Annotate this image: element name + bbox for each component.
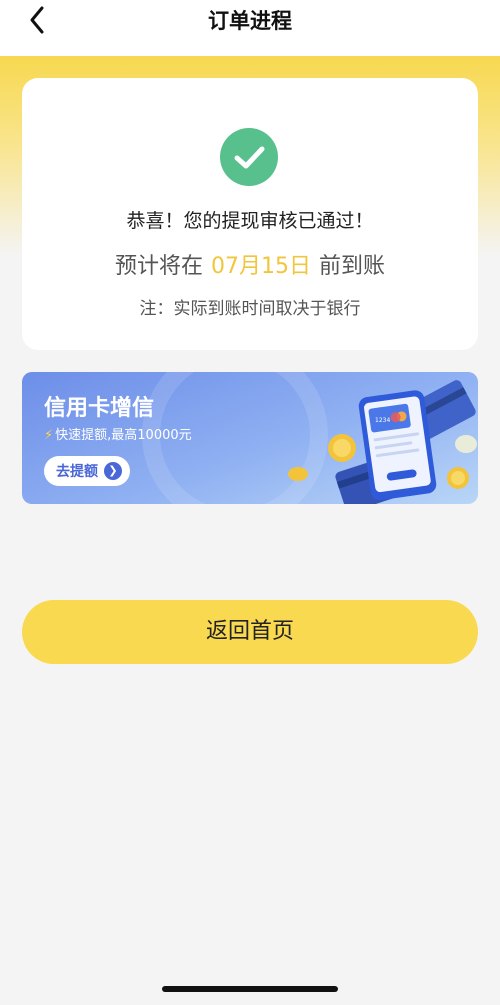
return-home-button[interactable]: 返回首页 (22, 600, 478, 664)
raise-limit-label: 去提额 (56, 464, 98, 480)
chevron-right-icon: ❯ (104, 462, 122, 480)
success-message: 恭喜！您的提现审核已通过！ (126, 210, 374, 232)
eta-date: 07月15日 (211, 254, 311, 279)
eta-suffix: 前到账 (319, 254, 386, 279)
eta-prefix: 预计将在 (114, 254, 203, 279)
credit-card-banner[interactable]: 信用卡增信 ⚡ 快速提额,最高10000元 去提额 ❯ 1234 (22, 372, 478, 504)
banner-subtitle-text: 快速提额,最高10000元 (55, 428, 192, 443)
check-circle-icon (220, 128, 278, 186)
raise-limit-button[interactable]: 去提额 ❯ (44, 456, 130, 486)
navbar: 订单进程 (0, 0, 500, 56)
eta-line: 预计将在 07月15日 前到账 (22, 248, 478, 280)
home-indicator (162, 986, 338, 992)
card-number-text: 1234 (375, 417, 390, 424)
bank-note: 注：实际到账时间取决于银行 (139, 299, 361, 319)
phone-credit-card-coins-illustration: 1234 (288, 380, 477, 504)
banner-title: 信用卡增信 (44, 396, 155, 421)
page-title: 订单进程 (208, 9, 292, 33)
lightning-icon: ⚡ (44, 428, 54, 443)
banner-subtitle: ⚡ 快速提额,最高10000元 (44, 424, 192, 443)
status-card: 恭喜！您的提现审核已通过！ 预计将在 07月15日 前到账 注：实际到账时间取决于银… (22, 78, 478, 350)
